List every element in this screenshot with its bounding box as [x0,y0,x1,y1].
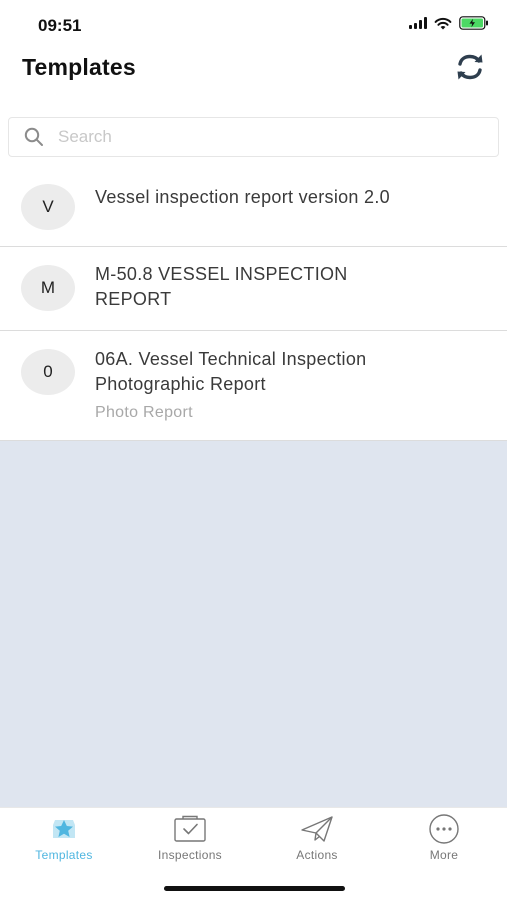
paper-plane-icon [300,814,334,844]
page-title: Templates [22,54,136,80]
template-row[interactable]: V Vessel inspection report version 2.0 [0,165,507,247]
template-avatar: M [21,265,75,311]
template-title: 06A. Vessel Technical Inspection Photogr… [95,349,367,394]
status-icons [409,16,489,30]
clipboard-check-icon [173,814,207,844]
home-indicator [164,886,345,891]
tab-label: Actions [296,848,338,862]
tab-actions[interactable]: Actions [262,814,372,862]
tab-templates[interactable]: Templates [9,814,119,862]
tab-inspections[interactable]: Inspections [135,814,245,862]
cellular-signal-icon [409,17,427,29]
template-title: Vessel inspection report version 2.0 [95,187,390,207]
template-row[interactable]: M M-50.8 VESSEL INSPECTION REPORT [0,247,507,331]
search-bar [8,117,499,157]
template-title: M-50.8 VESSEL INSPECTION REPORT [95,264,348,309]
tab-label: Inspections [157,848,222,862]
search-input[interactable] [56,126,498,148]
tab-label: More [429,848,459,862]
templates-list: V Vessel inspection report version 2.0 M… [0,165,507,441]
search-icon [24,127,44,147]
status-time: 09:51 [38,16,82,35]
template-subtitle: Photo Report [95,404,193,421]
battery-charging-icon [459,16,488,30]
tab-more[interactable]: More [389,814,499,862]
sync-icon [457,54,483,80]
star-badge-icon [50,814,78,844]
tab-label: Templates [35,848,93,862]
template-row[interactable]: 0 06A. Vessel Technical Inspection Photo… [0,331,507,441]
template-avatar: 0 [21,349,75,395]
header: Templates [0,50,507,106]
template-avatar: V [21,184,75,230]
more-dots-icon [428,814,460,844]
status-bar: 09:51 [0,0,507,50]
sync-button[interactable] [453,50,487,84]
wifi-icon [434,17,452,29]
empty-list-area [0,441,507,807]
